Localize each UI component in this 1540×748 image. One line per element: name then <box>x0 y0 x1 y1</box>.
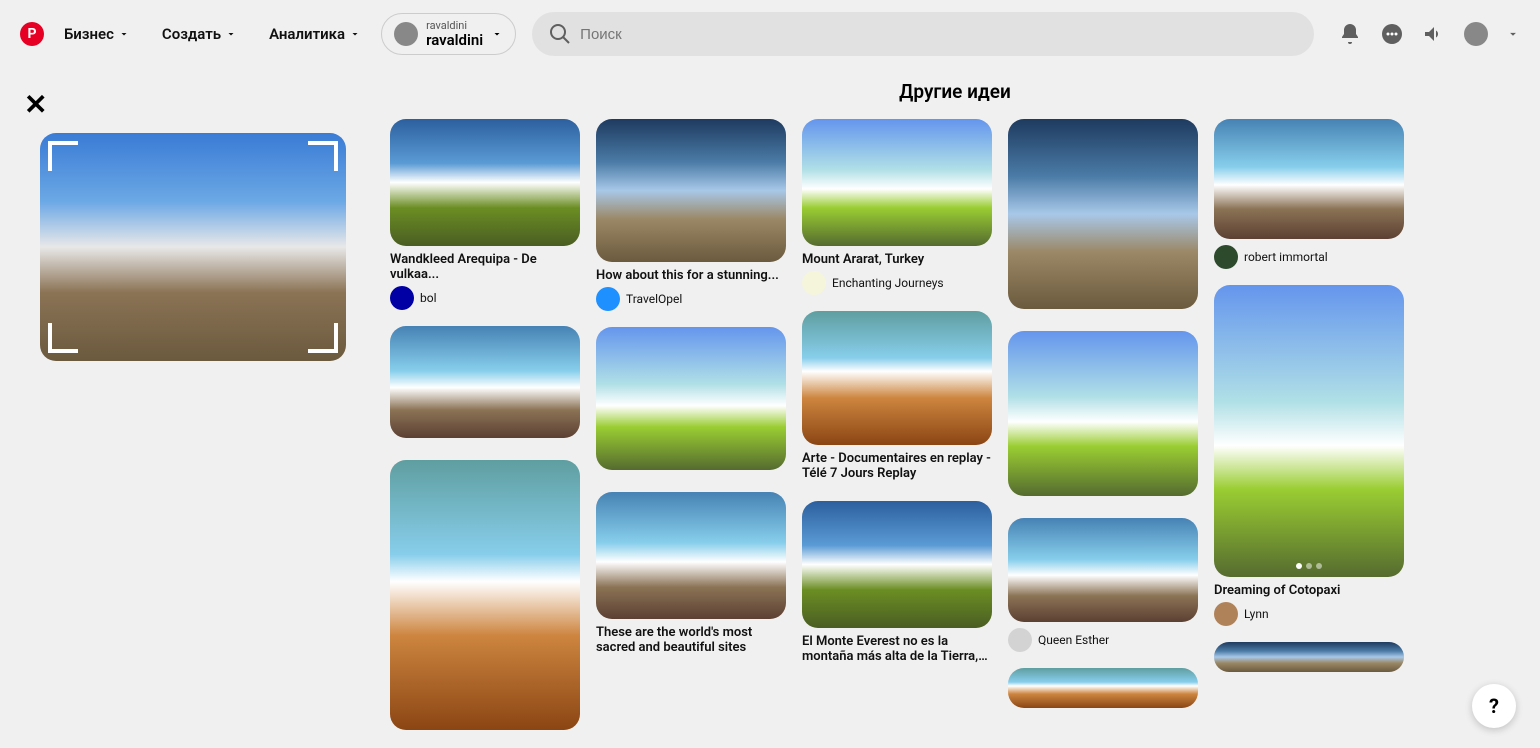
bell-icon[interactable] <box>1338 22 1362 46</box>
megaphone-icon[interactable] <box>1422 22 1446 46</box>
pin-image <box>1214 119 1404 239</box>
author-avatar <box>390 286 414 310</box>
chevron-down-icon <box>225 28 237 40</box>
pin-image <box>596 492 786 619</box>
user-avatar <box>394 22 418 46</box>
pin-image <box>1008 518 1198 622</box>
pin-title: Dreaming of Cotopaxi <box>1214 583 1404 598</box>
header: P Бизнес Создать Аналитика ravaldini rav… <box>0 0 1540 68</box>
nav-create[interactable]: Создать <box>150 17 249 51</box>
author-name: Enchanting Journeys <box>832 276 944 290</box>
pin-title: El Monte Everest no es la montaña más al… <box>802 634 992 664</box>
nav-analytics[interactable]: Аналитика <box>257 17 373 51</box>
pin[interactable] <box>596 327 786 476</box>
pin-author[interactable]: Lynn <box>1214 602 1404 626</box>
pin-author[interactable]: Queen Esther <box>1008 628 1198 652</box>
pin-image <box>802 501 992 628</box>
pin[interactable] <box>390 326 580 444</box>
user-sub: ravaldini <box>426 20 483 32</box>
author-name: Lynn <box>1244 607 1269 621</box>
pin-author[interactable]: bol <box>390 286 580 310</box>
pin-image <box>596 119 786 262</box>
source-image <box>40 133 346 361</box>
author-name: bol <box>420 291 437 305</box>
pin-image <box>1008 119 1198 309</box>
pin-title: Mount Ararat, Turkey <box>802 252 992 267</box>
pin-title: These are the world's most sacred and be… <box>596 625 786 655</box>
pin[interactable] <box>1008 668 1198 714</box>
help-button[interactable]: ? <box>1472 684 1516 728</box>
author-avatar <box>596 287 620 311</box>
pin-title: Arte - Documentaires en replay - Télé 7 … <box>802 451 992 481</box>
pin-grid: Wandkleed Arequipa - De vulkaa... bol How … <box>390 119 1520 736</box>
user-main: ravaldini <box>426 32 483 49</box>
pin-image <box>1008 331 1198 496</box>
chat-icon[interactable] <box>1380 22 1404 46</box>
carousel-dots <box>1296 563 1322 569</box>
search-bar[interactable] <box>532 12 1314 56</box>
author-name: Queen Esther <box>1038 633 1109 647</box>
nav-business[interactable]: Бизнес <box>52 17 142 51</box>
pin[interactable] <box>1214 642 1404 678</box>
crop-handle[interactable] <box>48 323 78 353</box>
pin[interactable]: Queen Esther <box>1008 518 1198 652</box>
author-avatar <box>1214 245 1238 269</box>
pin-image <box>390 460 580 730</box>
pin-author[interactable]: robert immortal <box>1214 245 1404 269</box>
author-name: TravelOpel <box>626 292 682 306</box>
pin[interactable] <box>1008 331 1198 502</box>
pin[interactable]: These are the world's most sacred and be… <box>596 492 786 659</box>
author-name: robert immortal <box>1244 250 1328 264</box>
search-icon <box>548 22 572 46</box>
pin-title: How about this for a stunning... <box>596 268 786 283</box>
source-image-crop[interactable] <box>40 133 346 361</box>
pin[interactable]: Wandkleed Arequipa - De vulkaa... bol <box>390 119 580 310</box>
pin[interactable]: Mount Ararat, Turkey Enchanting Journeys <box>802 119 992 295</box>
chevron-down-icon <box>491 28 503 40</box>
pin[interactable]: How about this for a stunning... TravelOp… <box>596 119 786 311</box>
section-title: Другие идеи <box>390 80 1520 103</box>
profile-avatar[interactable] <box>1464 22 1488 46</box>
pin[interactable]: El Monte Everest no es la montaña más al… <box>802 501 992 668</box>
pin-image <box>1214 285 1404 577</box>
pinterest-logo[interactable]: P <box>20 22 44 46</box>
pin[interactable] <box>1008 119 1198 315</box>
pin-image <box>390 326 580 438</box>
pin[interactable] <box>390 460 580 736</box>
search-input[interactable] <box>580 26 1298 43</box>
close-button[interactable]: ✕ <box>24 88 350 121</box>
chevron-down-icon <box>349 28 361 40</box>
author-avatar <box>1214 602 1238 626</box>
crop-handle[interactable] <box>48 141 78 171</box>
pin-author[interactable]: Enchanting Journeys <box>802 271 992 295</box>
pin-image <box>1008 668 1198 708</box>
crop-handle[interactable] <box>308 141 338 171</box>
pin-image <box>596 327 786 470</box>
author-avatar <box>802 271 826 295</box>
pin[interactable]: robert immortal <box>1214 119 1404 269</box>
pin-image <box>802 311 992 445</box>
user-chip[interactable]: ravaldini ravaldini <box>381 13 516 56</box>
pin[interactable]: Arte - Documentaires en replay - Télé 7 … <box>802 311 992 485</box>
chevron-down-icon[interactable] <box>1506 27 1520 41</box>
chevron-down-icon <box>118 28 130 40</box>
pin-author[interactable]: TravelOpel <box>596 287 786 311</box>
pin-image <box>802 119 992 246</box>
crop-handle[interactable] <box>308 323 338 353</box>
pin-title: Wandkleed Arequipa - De vulkaa... <box>390 252 580 282</box>
pin-image <box>390 119 580 246</box>
pin-image <box>1214 642 1404 672</box>
author-avatar <box>1008 628 1032 652</box>
pin[interactable]: Dreaming of Cotopaxi Lynn <box>1214 285 1404 626</box>
